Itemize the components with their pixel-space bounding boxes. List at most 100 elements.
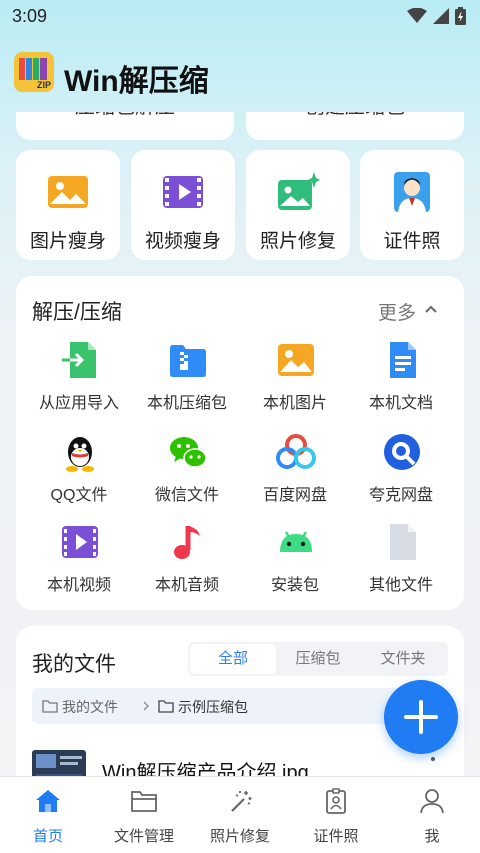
- app-logo: ZIP: [14, 52, 54, 92]
- grid-item-label: 其他文件: [368, 577, 433, 594]
- status-icons: [407, 7, 466, 25]
- tool-label: 图片瘦身: [29, 231, 106, 252]
- image-icon: [48, 176, 88, 208]
- grid-item-label: 本机压缩包: [146, 395, 227, 412]
- grid-item-label: 本机图片: [262, 395, 327, 412]
- nav-label: 首页: [32, 828, 63, 845]
- id-photo-icon: [394, 172, 430, 212]
- quark-netdisk-icon: [384, 434, 420, 470]
- nav-home[interactable]: 首页: [0, 777, 96, 853]
- nav-label: 我: [424, 828, 440, 845]
- app-title: Win解压缩: [64, 65, 209, 98]
- video-icon: [62, 526, 98, 558]
- item-qq-files[interactable]: QQ文件: [24, 432, 134, 512]
- file-icon: [390, 524, 416, 560]
- decompress-panel: 解压/压缩 更多 从应用导入 本机压缩包 本机图片 本机文档 QQ文件 微信文件…: [16, 276, 464, 610]
- music-note-icon: [174, 526, 200, 559]
- signal-icon: [433, 8, 449, 24]
- home-icon: [36, 790, 60, 812]
- home-scroll-area[interactable]: 压缩包解压 创建压缩包 图片瘦身 视频瘦身: [0, 112, 480, 776]
- nav-label: 文件管理: [113, 828, 174, 845]
- create-archive-card[interactable]: 创建压缩包: [246, 112, 464, 140]
- battery-icon: [455, 7, 466, 25]
- image-icon: [278, 344, 314, 376]
- app-header: ZIP Win解压缩: [0, 44, 480, 104]
- item-local-audio[interactable]: 本机音频: [132, 522, 242, 602]
- wechat-icon: [170, 437, 207, 468]
- grid-item-label: 微信文件: [154, 487, 219, 504]
- item-quark-netdisk[interactable]: 夸克网盘: [346, 432, 456, 512]
- folder-icon: [42, 700, 58, 713]
- grid-item-label: 从应用导入: [38, 395, 119, 412]
- item-local-videos[interactable]: 本机视频: [24, 522, 134, 602]
- tab-folders[interactable]: 文件夹: [360, 644, 446, 674]
- tool-label: 照片修复: [259, 231, 336, 252]
- more-button[interactable]: 更多: [378, 298, 416, 325]
- chevron-up-icon[interactable]: [424, 302, 438, 316]
- nav-label: 证件照: [313, 828, 359, 845]
- file-thumbnail: [32, 750, 86, 776]
- import-app-icon: [62, 342, 96, 378]
- extract-archive-card[interactable]: 压缩包解压: [16, 112, 234, 140]
- breadcrumb-current: 示例压缩包: [178, 699, 248, 715]
- my-files-title: 我的文件: [32, 653, 116, 676]
- folder-icon: [158, 700, 174, 713]
- tool-photo-repair[interactable]: 照片修复: [246, 150, 350, 260]
- grid-item-label: 本机文档: [368, 395, 433, 412]
- more-vertical-icon[interactable]: [430, 756, 436, 776]
- grid-item-label: 安装包: [270, 577, 319, 594]
- tool-cards: 图片瘦身 视频瘦身 照片修复 证件照: [16, 150, 464, 260]
- item-import-from-app[interactable]: 从应用导入: [24, 340, 134, 420]
- tab-archives[interactable]: 压缩包: [275, 644, 361, 674]
- bottom-nav: 首页 文件管理 照片修复 证件照 我: [0, 776, 480, 853]
- nav-photo-repair[interactable]: 照片修复: [192, 777, 288, 853]
- nav-me[interactable]: 我: [384, 777, 480, 853]
- add-fab-button[interactable]: [384, 680, 458, 754]
- id-badge-icon: [326, 788, 346, 814]
- android-icon: [280, 531, 312, 552]
- nav-id-photo[interactable]: 证件照: [288, 777, 384, 853]
- baidu-netdisk-icon: [276, 434, 316, 469]
- grid-item-label: 夸克网盘: [368, 487, 433, 504]
- video-icon: [163, 176, 203, 208]
- file-filter-tabs: 全部 压缩包 文件夹: [188, 642, 448, 676]
- magic-wand-icon: [231, 791, 252, 812]
- extract-archive-label: 压缩包解压: [16, 112, 234, 130]
- item-other-files[interactable]: 其他文件: [346, 522, 456, 602]
- grid-item-label: 本机音频: [154, 577, 219, 594]
- grid-item-label: 本机视频: [46, 577, 111, 594]
- tool-label: 证件照: [383, 231, 441, 252]
- status-time: 3:09: [12, 6, 48, 26]
- tool-id-photo[interactable]: 证件照: [360, 150, 464, 260]
- item-local-archive[interactable]: 本机压缩包: [132, 340, 242, 420]
- grid-item-label: QQ文件: [50, 487, 108, 504]
- wifi-icon: [407, 8, 427, 23]
- plus-icon: [404, 700, 438, 734]
- zip-folder-icon: [170, 345, 206, 377]
- tool-video-slim[interactable]: 视频瘦身: [131, 150, 235, 260]
- person-icon: [420, 789, 444, 814]
- chevron-right-icon: [143, 701, 149, 711]
- qq-icon: [66, 437, 94, 472]
- item-local-documents[interactable]: 本机文档: [346, 340, 456, 420]
- tool-image-slim[interactable]: 图片瘦身: [16, 150, 120, 260]
- folder-icon: [131, 791, 157, 812]
- photo-sparkle-icon: [278, 172, 320, 210]
- panel-title: 解压/压缩: [32, 301, 122, 324]
- item-wechat-files[interactable]: 微信文件: [132, 432, 242, 512]
- create-archive-label: 创建压缩包: [246, 112, 464, 130]
- grid-item-label: 百度网盘: [262, 487, 327, 504]
- item-local-images[interactable]: 本机图片: [240, 340, 350, 420]
- file-name: Win解压缩产品介绍.jpg: [102, 762, 309, 776]
- top-cards: 压缩包解压 创建压缩包: [16, 112, 464, 140]
- document-icon: [390, 342, 416, 378]
- item-baidu-netdisk[interactable]: 百度网盘: [240, 432, 350, 512]
- app-logo-text: ZIP: [36, 80, 51, 90]
- nav-file-manager[interactable]: 文件管理: [96, 777, 192, 853]
- tab-all[interactable]: 全部: [190, 644, 276, 674]
- item-install-packages[interactable]: 安装包: [240, 522, 350, 602]
- nav-label: 照片修复: [209, 828, 270, 845]
- status-bar: 3:09: [0, 0, 480, 32]
- tool-label: 视频瘦身: [144, 231, 221, 252]
- breadcrumb-root[interactable]: 我的文件: [62, 697, 118, 717]
